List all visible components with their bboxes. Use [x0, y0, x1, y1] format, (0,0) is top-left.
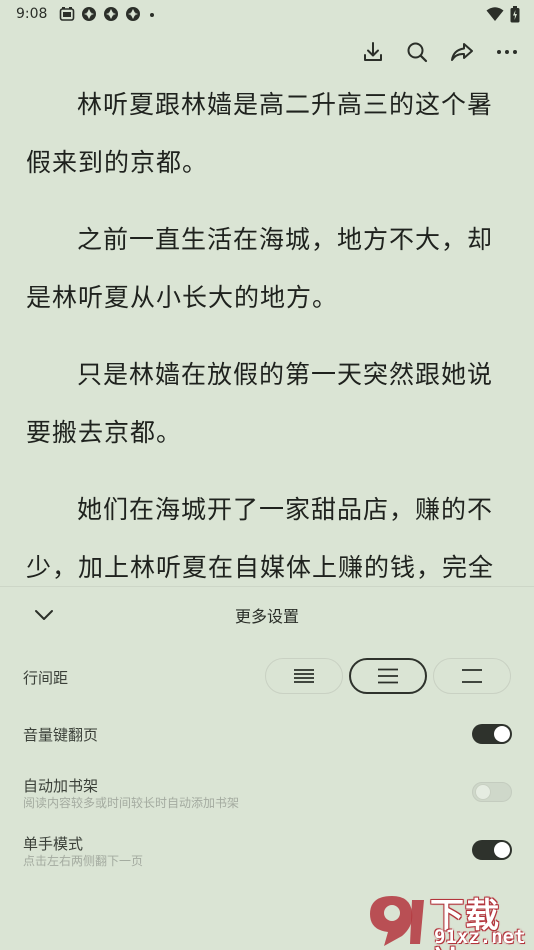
auto-bookshelf-sublabel: 阅读内容较多或时间较长时自动添加书架 — [23, 796, 240, 810]
panel-header: 更多设置 — [0, 587, 534, 643]
toggle-knob — [494, 726, 510, 742]
volume-key-page-toggle[interactable] — [472, 724, 512, 744]
auto-bookshelf-label: 自动加书架 — [23, 777, 99, 795]
site-watermark: 下载站 91xz.net — [362, 884, 534, 950]
paragraph: 只是林嫱在放假的第一天突然跟她说要搬去京都。 — [26, 360, 494, 447]
status-right-icons — [486, 5, 520, 23]
line-spacing-compact-button[interactable] — [265, 658, 343, 694]
toggle-knob — [494, 842, 510, 858]
watermark-logo-icon — [362, 892, 428, 950]
download-icon[interactable] — [362, 41, 384, 63]
wifi-icon — [486, 6, 504, 22]
panel-title: 更多设置 — [234, 607, 299, 626]
app-notification-icon — [103, 6, 119, 22]
medium-spacing-icon — [378, 668, 398, 684]
line-spacing-medium-button[interactable] — [349, 658, 427, 694]
battery-icon — [510, 5, 520, 23]
compact-spacing-icon — [294, 669, 314, 683]
status-time: 9:08 — [16, 6, 48, 22]
volume-key-page-label: 音量键翻页 — [23, 726, 99, 744]
status-left-icons — [59, 6, 157, 22]
more-dot-icon — [147, 6, 157, 22]
reader-content[interactable]: 林听夏跟林嫱是高二升高三的这个暑假来到的京都。 之前一直生活在海城，地方不大，却… — [26, 76, 510, 586]
toggle-knob — [475, 784, 491, 800]
search-icon[interactable] — [406, 41, 428, 63]
one-hand-mode-toggle[interactable] — [472, 840, 512, 860]
alarm-clock-icon — [59, 6, 75, 22]
loose-spacing-icon — [462, 669, 482, 683]
paragraph: 之前一直生活在海城，地方不大，却是林听夏从小长大的地方。 — [26, 225, 494, 312]
line-spacing-loose-button[interactable] — [433, 658, 511, 694]
line-spacing-label: 行间距 — [23, 669, 69, 687]
auto-bookshelf-toggle[interactable] — [472, 782, 512, 802]
status-bar: 9:08 — [0, 0, 534, 28]
one-hand-mode-sublabel: 点击左右两侧翻下一页 — [23, 854, 144, 868]
watermark-sub-text: 91xz.net — [434, 926, 526, 948]
one-hand-mode-label: 单手模式 — [23, 835, 84, 853]
paragraph: 她们在海城开了一家甜品店，赚的不少，加上林听夏在自媒体上赚的钱，完全能 — [26, 495, 495, 582]
app-notification-icon — [125, 6, 141, 22]
share-icon[interactable] — [450, 41, 474, 63]
reader-toolbar — [362, 34, 518, 70]
more-icon[interactable] — [496, 41, 518, 63]
paragraph: 林听夏跟林嫱是高二升高三的这个暑假来到的京都。 — [26, 90, 494, 177]
app-notification-icon — [81, 6, 97, 22]
